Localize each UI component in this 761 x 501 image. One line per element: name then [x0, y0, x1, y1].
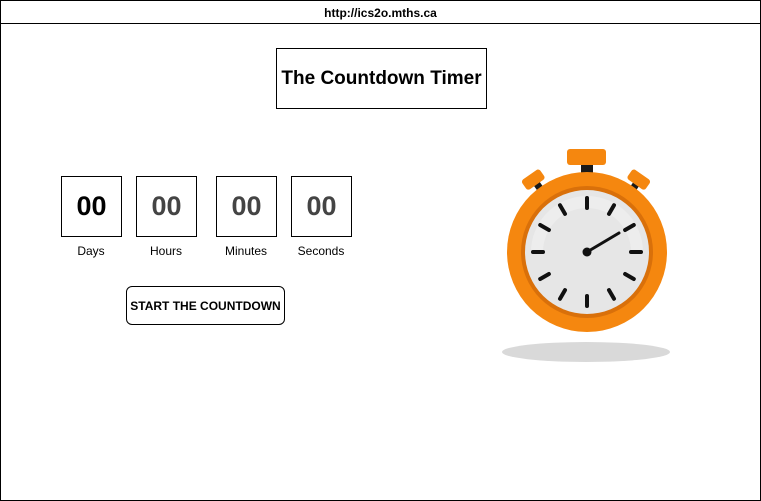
days-unit: 00 Days: [61, 176, 122, 258]
seconds-label: Seconds: [297, 244, 345, 258]
days-label: Days: [77, 244, 105, 258]
hours-label: Hours: [149, 244, 182, 258]
minutes-value: 00: [216, 176, 277, 237]
seconds-value: 00: [291, 176, 352, 237]
hours-value: 00: [136, 176, 197, 237]
browser-window: http://ics2o.mths.ca The Countdown Timer…: [0, 0, 761, 501]
seconds-unit: 00 Seconds: [291, 176, 352, 258]
stopwatch-shadow: [502, 342, 670, 362]
start-countdown-button[interactable]: START THE COUNTDOWN: [126, 286, 285, 325]
days-value: 00: [61, 176, 122, 237]
page-title: The Countdown Timer: [276, 48, 487, 109]
minutes-unit: 00 Minutes: [216, 176, 277, 258]
stopwatch-crown: [567, 149, 606, 165]
minutes-label: Minutes: [224, 244, 268, 258]
hours-unit: 00 Hours: [136, 176, 197, 258]
url-bar[interactable]: http://ics2o.mths.ca: [1, 1, 760, 24]
stopwatch-icon: [502, 149, 670, 362]
